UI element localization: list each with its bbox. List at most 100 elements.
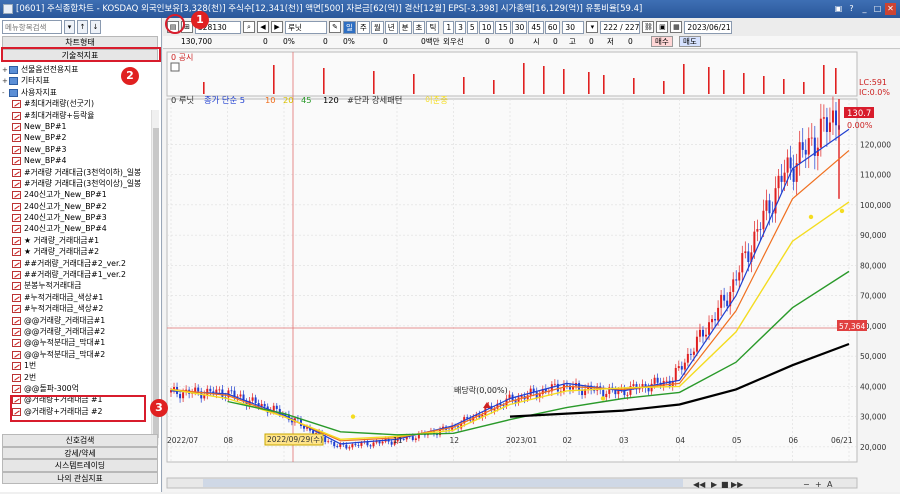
minute-button[interactable]: 5 — [466, 20, 478, 34]
disclosure-bar — [783, 79, 785, 94]
dropdown-arrow-icon[interactable]: ▾ — [64, 20, 75, 34]
candle-body — [786, 157, 789, 173]
tree-indicator-item[interactable]: 240신고가_New_BP#1 — [2, 189, 152, 200]
disclosure-bar — [463, 77, 465, 94]
tree-indicator-item[interactable]: New_BP#3 — [2, 144, 152, 155]
settings-icon[interactable]: ▾ — [586, 21, 599, 33]
data-count-field[interactable]: 222 / 227 — [600, 20, 641, 34]
tree-indicator-item[interactable]: 240신고가_New_BP#2 — [2, 201, 152, 212]
change-value-2: 0 — [323, 37, 328, 46]
tree-indicator-item[interactable]: #최대거래량(선굿기) — [2, 98, 152, 109]
history-prev-icon[interactable]: ◀ — [257, 21, 269, 33]
search-icon[interactable]: ⌕ — [243, 21, 255, 33]
tree-item-label: 기타지표 — [21, 76, 50, 86]
candle-body — [593, 390, 596, 392]
seller-label: 외우선 — [443, 37, 464, 46]
stock-name-field[interactable]: 루닛 — [285, 20, 327, 34]
tree-indicator-item[interactable]: ##거래량_거래대금#2_ver.2 — [2, 258, 152, 269]
tree-indicator-item[interactable]: New_BP#1 — [2, 121, 152, 132]
minute-button[interactable]: 60 — [544, 20, 561, 34]
tree-indicator-item[interactable]: #최대거래량+등락율 — [2, 110, 152, 121]
date-field[interactable]: 2023/06/21 — [684, 20, 733, 34]
tree-expander-icon[interactable]: - — [2, 88, 9, 98]
period-button[interactable]: 년 — [384, 20, 398, 34]
edit-icon[interactable]: ✎ — [329, 21, 341, 33]
candle-body — [665, 380, 668, 382]
signal-search-button[interactable]: 신호검색 — [2, 434, 158, 447]
tree-indicator-item[interactable]: 240신고가_New_BP#4 — [2, 223, 152, 234]
scrollbar-thumb[interactable] — [153, 128, 159, 438]
tree-indicator-item[interactable]: ★ 거래량_거래대금#1 — [2, 235, 152, 246]
tree-item-label: New_BP#4 — [24, 156, 67, 166]
minute-button[interactable]: 10 — [478, 20, 495, 34]
my-favorite-indicators-button[interactable]: 나의 관심지표 — [2, 471, 158, 484]
minimize-button[interactable]: _ — [859, 3, 870, 15]
interval-select[interactable]: 30 — [562, 20, 585, 34]
tile-icon[interactable]: ▣ — [833, 3, 844, 15]
indicator-chart-icon — [12, 214, 21, 223]
tree-indicator-item[interactable]: ★ 거래량_거래대금#2 — [2, 246, 152, 257]
tree-indicator-item[interactable]: 2번 — [2, 372, 152, 383]
period-button[interactable]: 분 — [398, 20, 412, 34]
candle-body — [765, 200, 768, 211]
tree-expander-icon[interactable]: + — [2, 76, 9, 86]
minute-button[interactable]: 1 — [443, 20, 455, 34]
tree-indicator-item[interactable]: @@거래량_거래대금#1 — [2, 315, 152, 326]
tree-indicator-item[interactable]: New_BP#2 — [2, 132, 152, 143]
tree-indicator-item[interactable]: @@거래량_거래대금#2 — [2, 326, 152, 337]
tree-indicator-item[interactable]: @@돌파-300억 — [2, 383, 152, 394]
change-percent-2: 0% — [343, 37, 355, 46]
candle-body — [302, 426, 305, 429]
tree-indicator-item[interactable]: 1번 — [2, 360, 152, 371]
period-button[interactable]: 주 — [356, 20, 370, 34]
tree-indicator-item[interactable]: #누적거래대금_색상#1 — [2, 292, 152, 303]
close-button[interactable]: ✕ — [885, 3, 896, 15]
menu-search-input[interactable] — [2, 20, 62, 34]
candle-body — [726, 300, 729, 307]
minute-button[interactable]: 15 — [495, 20, 511, 34]
period-buttons: 일주월년분초틱 — [343, 20, 440, 34]
tree-indicator-item[interactable]: #누적거래대금_색상#2 — [2, 303, 152, 314]
strength-weakness-button[interactable]: 강세/약세 — [2, 446, 158, 459]
candle-body — [825, 117, 828, 132]
move-down-icon[interactable]: ↓ — [90, 20, 101, 34]
x-tick-label: 08 — [224, 436, 234, 445]
move-up-icon[interactable]: ↑ — [77, 20, 88, 34]
maximize-button[interactable]: □ — [872, 3, 883, 15]
tree-indicator-item[interactable]: #거래량 거래대금(3천억이하)_일봉 — [2, 167, 152, 178]
candle-body — [357, 445, 360, 446]
period-button[interactable]: 초 — [412, 20, 426, 34]
link-icon[interactable]: ⛓ — [642, 21, 655, 33]
calendar-icon[interactable]: ▦ — [670, 21, 683, 33]
annotation-highlight-2 — [1, 47, 161, 62]
tree-indicator-item[interactable]: ##거래량_거래대금#1_ver.2 — [2, 269, 152, 280]
minute-button[interactable]: 45 — [528, 20, 544, 34]
tree-item-label: 분봉누적거래대금 — [24, 281, 82, 291]
price-chart[interactable]: 0 공시 0 루닛 종가 단순 5 10 20 45 120 #단과 강세패턴 … — [163, 50, 900, 492]
candle-body — [218, 389, 221, 391]
tree-indicator-item[interactable]: New_BP#4 — [2, 155, 152, 166]
tree-indicator-item[interactable]: 240신고가_New_BP#3 — [2, 212, 152, 223]
minute-button[interactable]: 30 — [511, 20, 528, 34]
period-button[interactable]: 월 — [370, 20, 384, 34]
tree-scrollbar[interactable] — [151, 110, 159, 445]
tree-indicator-item[interactable]: #거래량 거래대금(3천억이상)_일봉 — [2, 178, 152, 189]
system-trading-button[interactable]: 시스템트레이딩 — [2, 459, 158, 472]
minute-button[interactable]: 3 — [455, 20, 466, 34]
help-icon[interactable]: ? — [846, 3, 857, 15]
tree-folder[interactable]: - 사용자지표 — [2, 87, 152, 98]
tree-indicator-item[interactable]: @@누적분대금_막대#2 — [2, 349, 152, 360]
period-button[interactable]: 틱 — [426, 20, 440, 34]
buy-button[interactable]: 매수 — [651, 36, 673, 47]
tree-indicator-item[interactable]: 분봉누적거래대금 — [2, 280, 152, 291]
history-next-icon[interactable]: ▶ — [271, 21, 283, 33]
tree-expander-icon[interactable]: + — [2, 65, 9, 75]
y-tick-label: 90,000 — [860, 231, 886, 240]
sell-button[interactable]: 매도 — [679, 36, 701, 47]
x-tick-label: 06 — [789, 436, 799, 445]
tree-indicator-item[interactable]: @@누적분대금_막대#1 — [2, 337, 152, 348]
period-button[interactable]: 일 — [343, 20, 356, 34]
candle-body — [711, 319, 714, 323]
save-icon[interactable]: ▣ — [656, 21, 669, 33]
chart-area[interactable]: 0 공시 0 루닛 종가 단순 5 10 20 45 120 #단과 강세패턴 … — [163, 50, 900, 492]
